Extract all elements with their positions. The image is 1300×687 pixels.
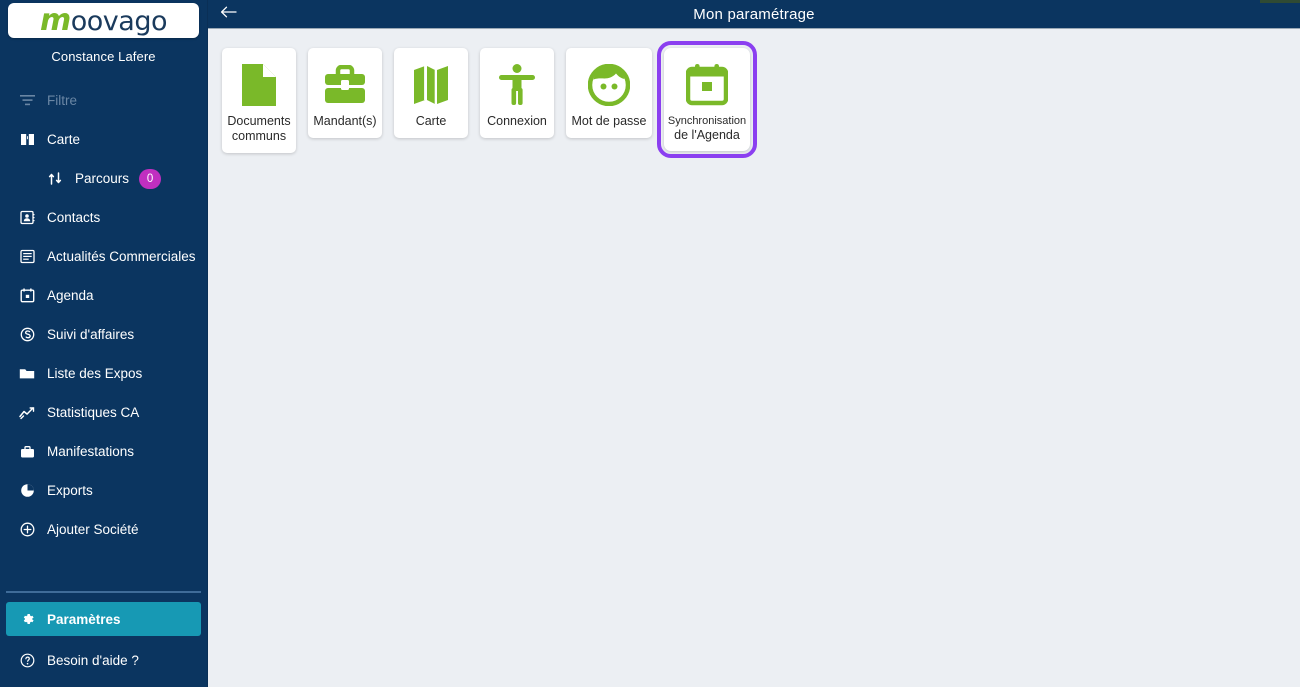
route-icon xyxy=(44,170,66,188)
card-carte[interactable]: Carte xyxy=(394,48,468,138)
map-book-icon xyxy=(16,131,38,149)
calendar-sync-icon xyxy=(686,61,728,109)
sidebar-item-manifestations[interactable]: Manifestations xyxy=(0,432,207,471)
chart-line-icon xyxy=(16,404,38,422)
card-label-line2: communs xyxy=(231,129,287,143)
briefcase-icon xyxy=(323,61,367,109)
sidebar-item-statistiques-ca[interactable]: Statistiques CA xyxy=(0,393,207,432)
sidebar-item-carte[interactable]: Carte xyxy=(0,120,207,159)
card-label: Mot de passe xyxy=(571,114,646,129)
back-button[interactable] xyxy=(208,0,248,29)
calendar-icon xyxy=(16,287,38,305)
card-label-line2: de l'Agenda xyxy=(674,128,740,142)
card-mot-de-passe[interactable]: Mot de passe xyxy=(566,48,652,138)
sidebar-item-contacts[interactable]: Contacts xyxy=(0,198,207,237)
parcours-count-badge: 0 xyxy=(139,168,162,189)
card-label-line1: Connexion xyxy=(487,114,547,128)
main-content: Mon paramétrage Documents communs Mandan… xyxy=(208,0,1300,687)
map-icon xyxy=(412,61,450,109)
pie-chart-icon xyxy=(16,482,38,500)
card-documents-communs[interactable]: Documents communs xyxy=(222,48,296,153)
sidebar-item-label: Contacts xyxy=(47,210,101,225)
settings-card-grid: Documents communs Mandant(s) Carte Conne… xyxy=(208,29,1300,158)
sidebar-item-label: Manifestations xyxy=(47,444,135,459)
card-label-line1: Carte xyxy=(415,114,447,128)
sidebar-item-actualites-commerciales[interactable]: Actualités Commerciales xyxy=(0,237,207,276)
page-title: Mon paramétrage xyxy=(693,5,815,23)
question-circle-icon xyxy=(16,652,38,670)
sidebar-item-label: Besoin d'aide ? xyxy=(47,653,139,668)
sidebar-divider xyxy=(6,591,201,593)
arrow-left-icon xyxy=(220,5,237,24)
sidebar-item-label: Carte xyxy=(47,132,81,147)
plus-circle-icon xyxy=(16,521,38,539)
sidebar-item-label: Ajouter Société xyxy=(47,522,139,537)
sidebar: moovago Constance Lafere Filtre Carte Pa… xyxy=(0,0,208,687)
logo-text: moovago xyxy=(40,2,168,38)
sidebar-item-label: Exports xyxy=(47,483,93,498)
business-s-icon xyxy=(16,326,38,344)
accessibility-icon xyxy=(497,61,537,109)
sidebar-item-parametres[interactable]: Paramètres xyxy=(6,602,201,636)
sidebar-item-label: Suivi d'affaires xyxy=(47,327,135,342)
app-logo[interactable]: moovago xyxy=(8,3,199,38)
top-bar: Mon paramétrage xyxy=(208,0,1300,29)
sidebar-item-label: Filtre xyxy=(47,93,77,108)
filter-icon xyxy=(16,92,38,110)
sidebar-item-besoin-daide[interactable]: Besoin d'aide ? xyxy=(0,641,207,680)
sidebar-item-ajouter-societe[interactable]: Ajouter Société xyxy=(0,510,207,549)
sidebar-item-label: Parcours xyxy=(75,171,130,186)
card-label: Carte xyxy=(416,114,447,129)
card-label: Mandant(s) xyxy=(313,114,376,129)
card-label-line1: Mandant(s) xyxy=(313,114,377,128)
card-mandants[interactable]: Mandant(s) xyxy=(308,48,382,138)
sidebar-bottom-nav: Paramètres Besoin d'aide ? xyxy=(0,602,207,680)
sidebar-item-agenda[interactable]: Agenda xyxy=(0,276,207,315)
card-label-line1: Synchronisation xyxy=(667,115,747,127)
sidebar-item-liste-des-expos[interactable]: Liste des Expos xyxy=(0,354,207,393)
contacts-icon xyxy=(16,209,38,227)
sidebar-item-label: Actualités Commerciales xyxy=(47,249,196,264)
card-label-line1: Documents xyxy=(227,114,291,128)
user-name: Constance Lafere xyxy=(51,49,156,64)
card-label: Connexion xyxy=(487,114,547,129)
sidebar-item-label: Statistiques CA xyxy=(47,405,140,420)
sidebar-item-label: Agenda xyxy=(47,288,94,303)
sidebar-nav: Filtre Carte Parcours 0 Contacts Actuali… xyxy=(0,81,207,549)
sidebar-item-filtre[interactable]: Filtre xyxy=(0,81,207,120)
briefcase-icon xyxy=(16,443,38,461)
card-label: Synchronisation de l'Agenda xyxy=(668,114,746,142)
sidebar-item-exports[interactable]: Exports xyxy=(0,471,207,510)
card-synchronisation-agenda[interactable]: Synchronisation de l'Agenda xyxy=(657,41,757,158)
logo-letter-m: m xyxy=(40,2,71,38)
card-label-line1: Mot de passe xyxy=(571,114,647,128)
folder-icon xyxy=(16,365,38,383)
corner-strip xyxy=(1260,0,1300,3)
sidebar-item-suivi-daffaires[interactable]: Suivi d'affaires xyxy=(0,315,207,354)
app-root: moovago Constance Lafere Filtre Carte Pa… xyxy=(0,0,1300,687)
sidebar-item-label: Liste des Expos xyxy=(47,366,143,381)
sidebar-item-parcours[interactable]: Parcours 0 xyxy=(0,159,207,198)
card-connexion[interactable]: Connexion xyxy=(480,48,554,138)
news-list-icon xyxy=(16,248,38,266)
card-label: Documents communs xyxy=(227,114,290,144)
document-icon xyxy=(238,61,280,109)
face-icon xyxy=(588,61,630,109)
sidebar-item-label: Paramètres xyxy=(47,611,121,627)
gear-icon xyxy=(16,610,38,628)
logo-word: oovago xyxy=(70,5,168,37)
